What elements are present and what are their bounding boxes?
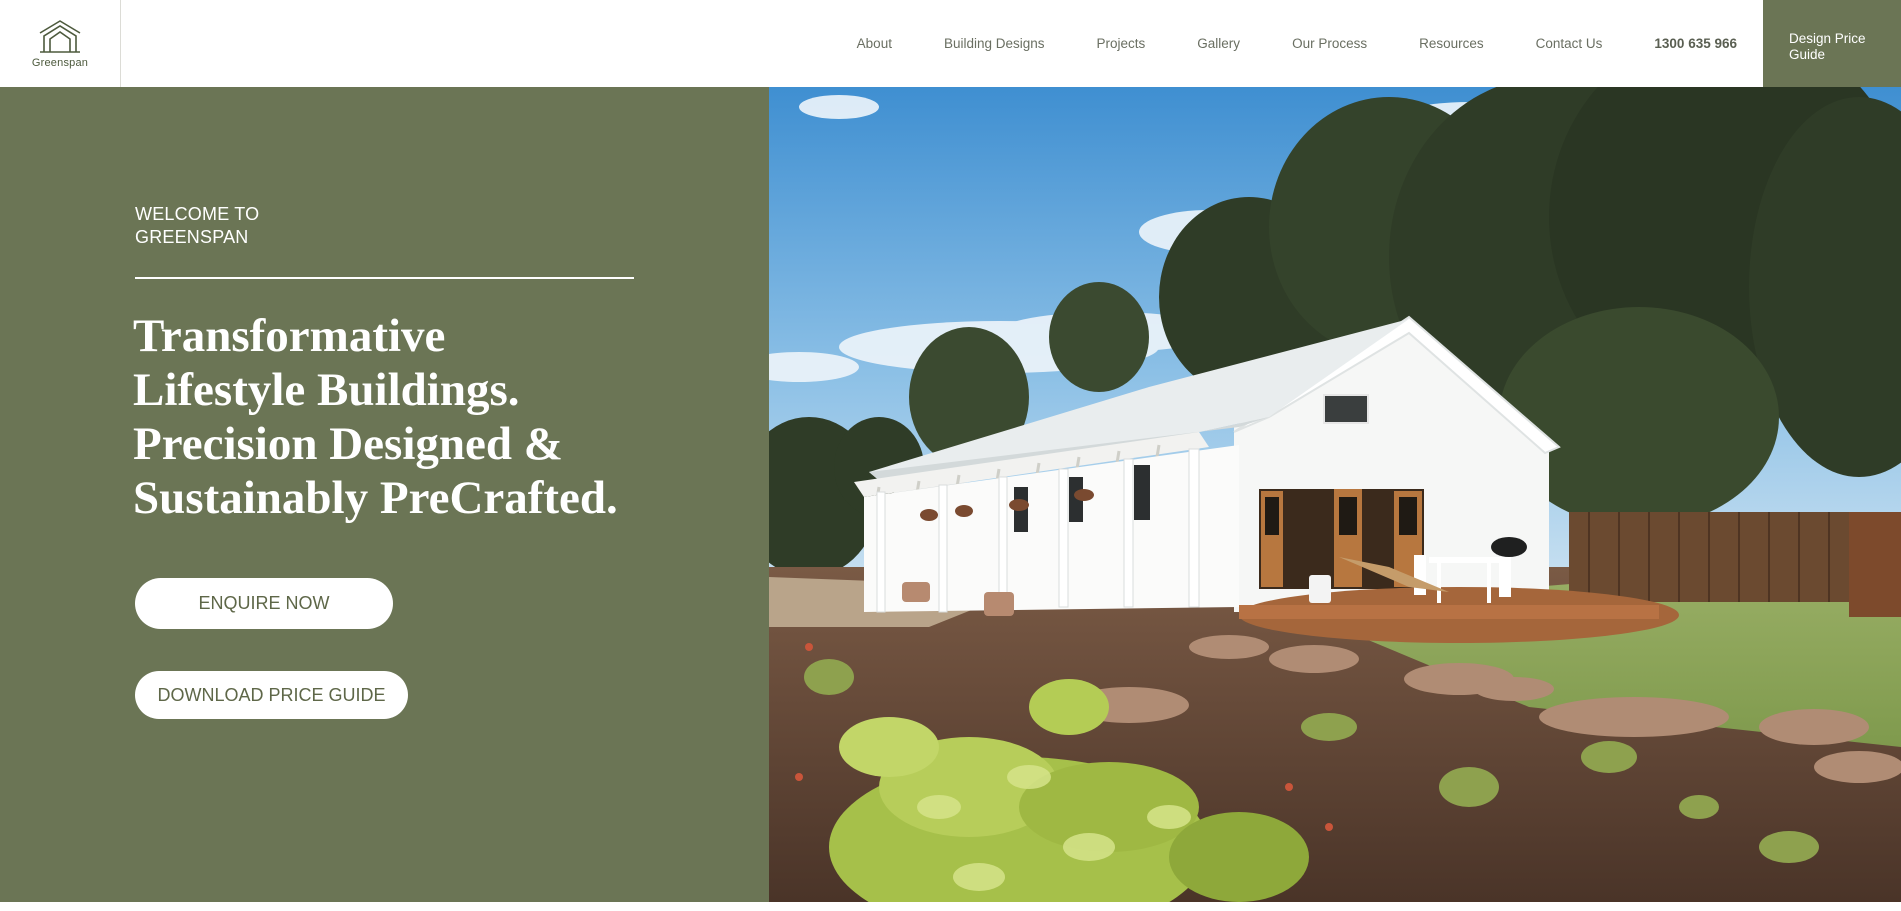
- welcome-line1: WELCOME TO: [135, 204, 260, 224]
- nav-resources[interactable]: Resources: [1419, 36, 1484, 51]
- logo[interactable]: Greenspan: [0, 0, 121, 87]
- design-price-guide-button[interactable]: Design Price Guide: [1763, 0, 1901, 87]
- divider-line: [135, 277, 634, 279]
- nav-about[interactable]: About: [857, 36, 892, 51]
- nav-building-designs[interactable]: Building Designs: [944, 36, 1045, 51]
- nav-contact-us[interactable]: Contact Us: [1536, 36, 1603, 51]
- house-photo-illustration: [769, 87, 1901, 902]
- hero-text-panel: WELCOME TO GREENSPAN Transformative Life…: [0, 87, 769, 902]
- cta-line2: Guide: [1789, 47, 1826, 62]
- house-logo-icon: [39, 20, 81, 53]
- headline-line: Lifestyle Buildings.: [133, 364, 520, 416]
- download-price-guide-button[interactable]: DOWNLOAD PRICE GUIDE: [135, 671, 408, 719]
- main-nav: About Building Designs Projects Gallery …: [121, 0, 1763, 87]
- headline-line: Precision Designed &: [133, 418, 563, 470]
- hero-headline: Transformative Lifestyle Buildings. Prec…: [133, 309, 693, 525]
- page-bottom-edge: [0, 902, 1901, 911]
- hero-house-image: [769, 87, 1901, 902]
- headline-line: Transformative: [133, 310, 446, 362]
- welcome-line2: GREENSPAN: [135, 227, 249, 247]
- phone-link[interactable]: 1300 635 966: [1654, 36, 1737, 51]
- logo-text: Greenspan: [31, 57, 89, 69]
- nav-gallery[interactable]: Gallery: [1197, 36, 1240, 51]
- nav-our-process[interactable]: Our Process: [1292, 36, 1367, 51]
- enquire-now-button[interactable]: ENQUIRE NOW: [135, 578, 393, 629]
- nav-projects[interactable]: Projects: [1097, 36, 1146, 51]
- headline-line: Sustainably PreCrafted.: [133, 472, 618, 524]
- welcome-heading: WELCOME TO GREENSPAN: [135, 203, 259, 249]
- cta-line1: Design Price: [1789, 31, 1866, 46]
- site-header: Greenspan About Building Designs Project…: [0, 0, 1901, 87]
